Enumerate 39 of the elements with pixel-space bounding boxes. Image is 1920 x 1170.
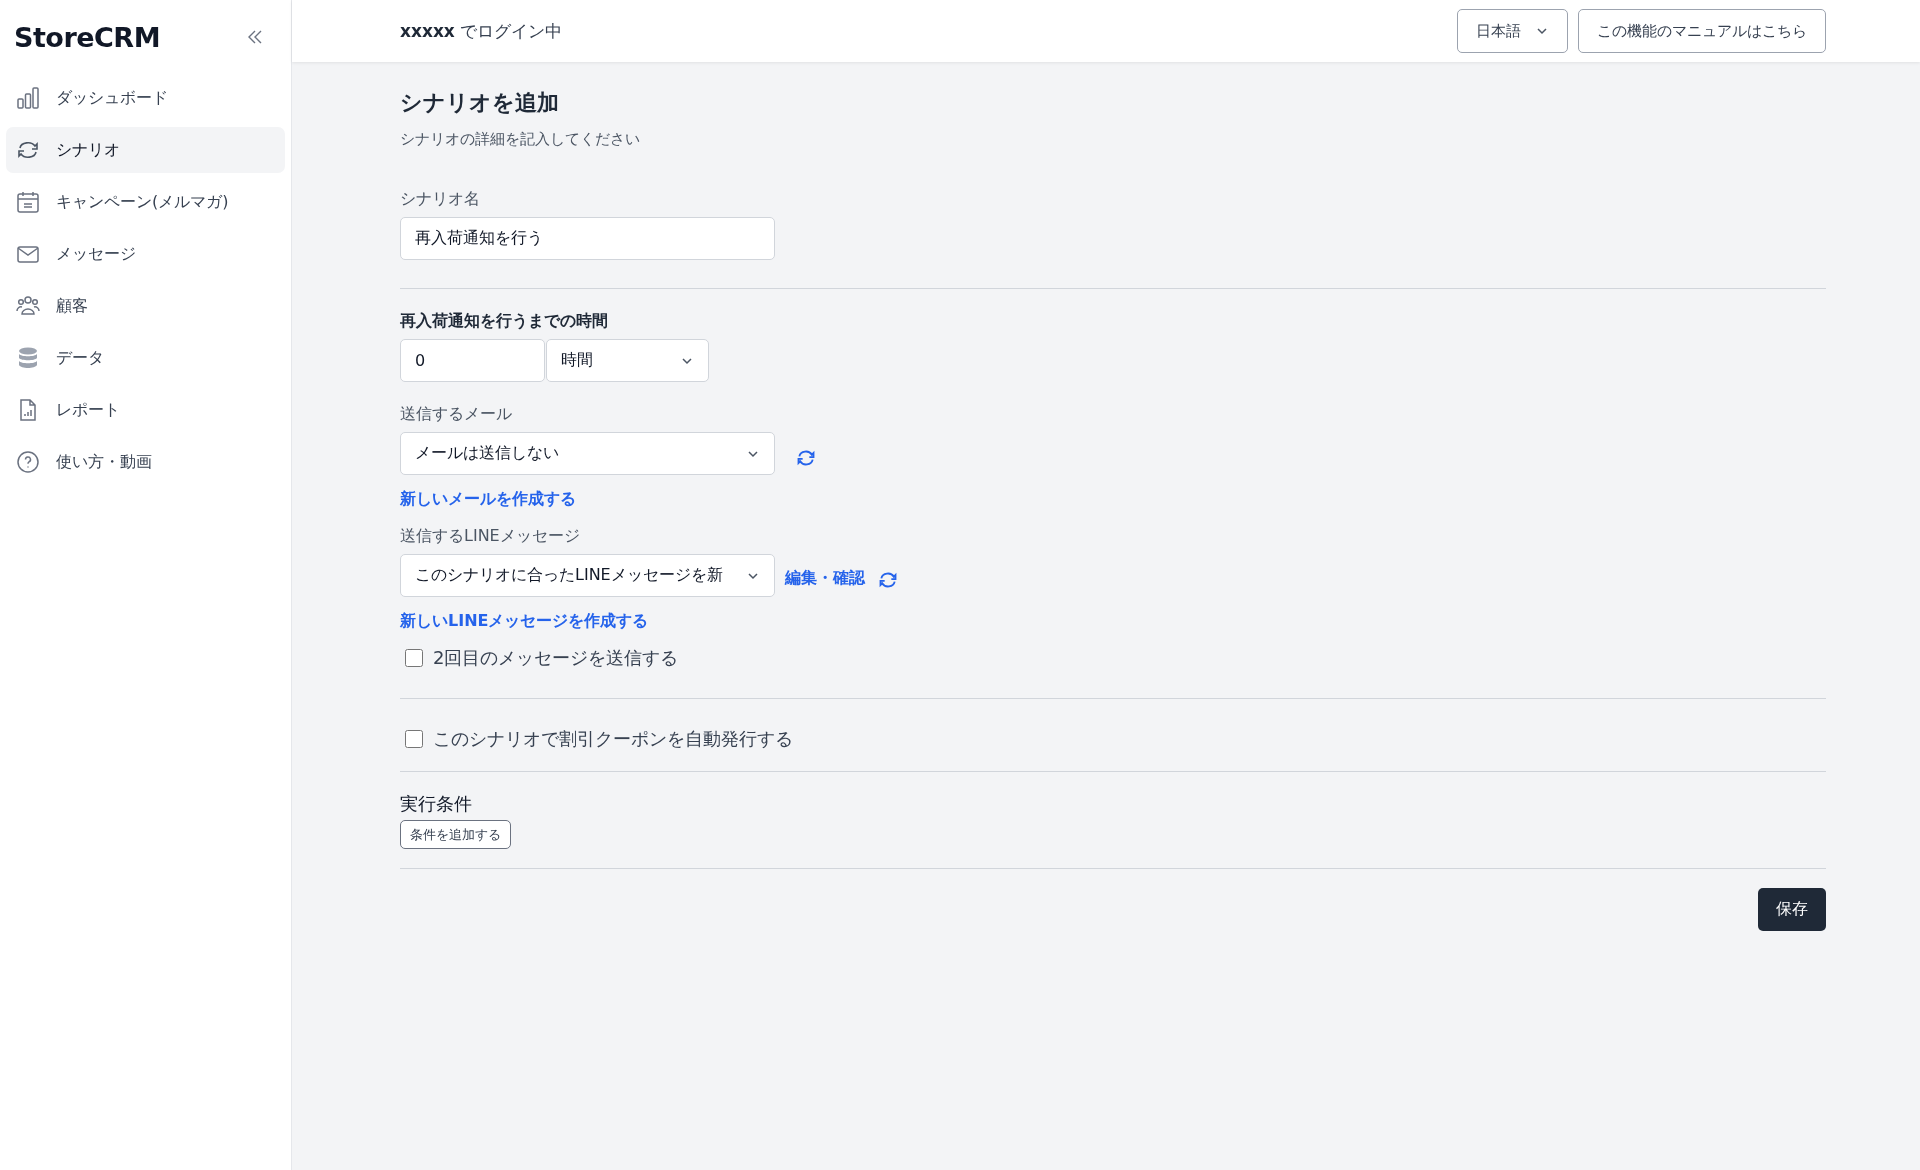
manual-button[interactable]: この機能のマニュアルはこちら [1578, 9, 1826, 53]
create-line-message-link[interactable]: 新しいLINEメッセージを作成する [400, 611, 649, 632]
checkbox[interactable] [405, 649, 423, 667]
sidebar-item[interactable]: 顧客 [6, 283, 285, 329]
sidebar-item[interactable]: レポート [6, 387, 285, 433]
name-input[interactable]: 再入荷通知を行う [400, 217, 775, 260]
add-condition-button[interactable]: 条件を追加する [400, 820, 511, 849]
section-label: 実行条件 [400, 792, 472, 816]
database-icon [16, 346, 40, 370]
field-label: 送信するLINEメッセージ [400, 526, 580, 547]
login-status: xxxxx でログイン中 [400, 19, 563, 43]
edit-confirm-link[interactable]: 編集・確認 [785, 568, 865, 589]
checkbox-label: このシナリオで割引クーポンを自動発行する [433, 727, 793, 751]
mail-select[interactable]: メールは送信しない [400, 432, 775, 475]
number-input[interactable]: 0 [400, 339, 545, 382]
page-subtitle: シナリオの詳細を記入してください [400, 130, 640, 149]
sidebar-item[interactable]: 使い方・動画 [6, 439, 285, 485]
help-icon [16, 450, 40, 474]
create-mail-link[interactable]: 新しいメールを作成する [400, 489, 576, 510]
field-label: シナリオ名 [400, 189, 480, 210]
sidebar-item[interactable]: シナリオ [6, 127, 285, 173]
field-label: 送信するメール [400, 404, 512, 425]
save-button[interactable]: 保存 [1758, 888, 1826, 931]
users-icon [16, 294, 40, 318]
sidebar-item[interactable]: データ [6, 335, 285, 381]
sidebar-item[interactable]: メッセージ [6, 231, 285, 277]
field-label: 再入荷通知を行うまでの時間 [400, 311, 608, 332]
sidebar-item[interactable]: キャンペーン(メルマガ) [6, 179, 285, 225]
logo-text: StoreCRM [14, 21, 160, 53]
sidebar-item[interactable]: ダッシュボード [6, 75, 285, 121]
checkbox[interactable] [405, 730, 423, 748]
checkbox-label: 2回目のメッセージを送信する [433, 646, 679, 670]
bar-chart-icon [16, 86, 40, 110]
calendar-icon [16, 190, 40, 214]
page-title: シナリオを追加 [400, 89, 559, 117]
language-select[interactable]: 日本語 [1457, 9, 1568, 53]
line-message-select[interactable]: このシナリオに合ったLINEメッセージを新 [400, 554, 775, 597]
unit-select[interactable]: 時間 [546, 339, 709, 382]
collapse-icon[interactable] [247, 29, 263, 45]
